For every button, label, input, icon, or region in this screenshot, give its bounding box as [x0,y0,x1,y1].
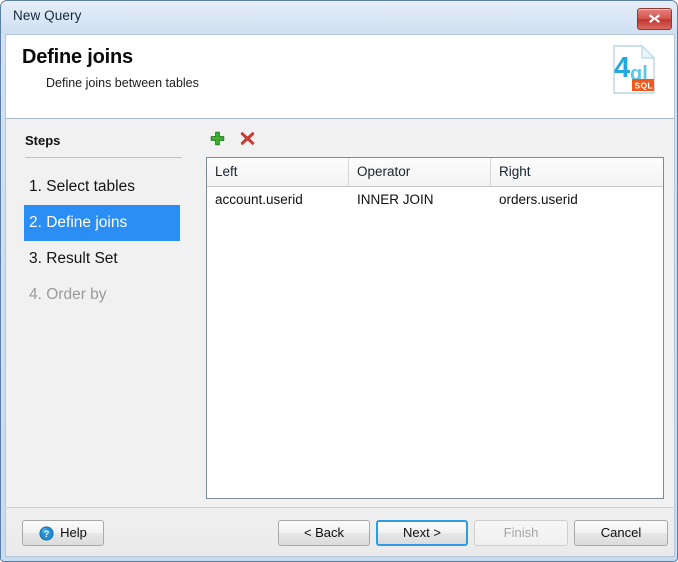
wizard-footer: ? Help < Back Next > Finish Cancel [5,507,675,557]
help-question-icon: ? [39,526,54,541]
help-button[interactable]: ? Help [22,520,104,546]
remove-join-button[interactable] [234,127,260,151]
sidebar-item-select-tables[interactable]: 1. Select tables [24,169,180,205]
svg-text:?: ? [44,529,50,540]
steps-sidebar: Steps 1. Select tables 2. Define joins 3… [6,119,196,507]
add-plus-icon [210,131,224,146]
delete-x-icon [240,131,255,146]
window-title: New Query [13,8,82,23]
cell-operator[interactable]: INNER JOIN [349,187,491,213]
add-join-button[interactable] [204,127,230,151]
table-row[interactable]: account.userid INNER JOIN orders.userid [207,187,663,213]
back-button[interactable]: < Back [278,520,370,546]
new-query-wizard-window: New Query Define joins Define joins betw… [0,0,678,562]
sidebar-item-result-set[interactable]: 3. Result Set [24,241,180,277]
joins-panel: Left Operator Right account.userid INNER… [196,119,676,507]
close-x-icon [649,14,660,23]
cancel-button[interactable]: Cancel [574,520,668,546]
window-titlebar: New Query [1,1,677,34]
page-title: Define joins [22,46,133,68]
finish-button: Finish [474,520,568,546]
sidebar-item-define-joins[interactable]: 2. Define joins [24,205,180,241]
cell-left[interactable]: account.userid [207,187,349,213]
cell-right[interactable]: orders.userid [491,187,663,213]
column-header-left[interactable]: Left [207,158,349,186]
svg-text:SQL: SQL [635,80,653,90]
wizard-body: Steps 1. Select tables 2. Define joins 3… [5,119,675,507]
joins-grid-header: Left Operator Right [207,158,663,187]
column-header-operator[interactable]: Operator [349,158,491,186]
close-window-button[interactable] [637,8,672,30]
svg-text:4: 4 [614,52,630,84]
column-header-right[interactable]: Right [491,158,663,186]
next-button[interactable]: Next > [376,520,468,546]
joins-grid[interactable]: Left Operator Right account.userid INNER… [206,157,664,499]
steps-divider [25,157,182,158]
wizard-header: Define joins Define joins between tables… [5,34,675,119]
help-button-label: Help [60,525,87,540]
page-subtitle: Define joins between tables [46,76,199,90]
steps-list: 1. Select tables 2. Define joins 3. Resu… [6,169,196,313]
sidebar-item-order-by: 4. Order by [29,286,107,303]
joins-toolbar [204,127,260,151]
4ql-sql-logo: 4 ql SQL [613,45,656,94]
steps-heading: Steps [25,133,61,148]
